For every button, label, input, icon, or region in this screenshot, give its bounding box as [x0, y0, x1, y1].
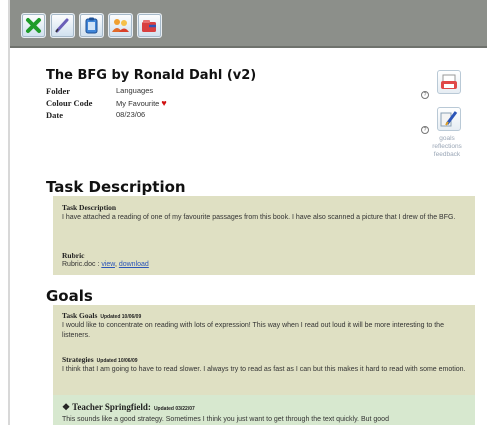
rubric-file: Rubric.doc :	[62, 261, 100, 268]
teacher-label: ❖ Teacher Springfield: Updated 03/22/07	[62, 402, 195, 413]
task-description-heading: Task Description	[46, 178, 186, 196]
copy-button[interactable]	[79, 13, 104, 38]
link-separator: ,	[114, 261, 117, 268]
folder-move-icon	[142, 20, 156, 32]
meta-folder-key: Folder	[46, 86, 71, 96]
meta-folder-value: Languages	[116, 86, 154, 95]
meta-date-key: Date	[46, 110, 63, 120]
teacher-updated: Updated 03/22/07	[153, 406, 195, 412]
page-title: The BFG by Ronald Dahl (v2)	[46, 68, 257, 83]
move-button[interactable]	[137, 13, 162, 38]
close-x-icon	[26, 18, 41, 33]
clipboard-icon	[85, 17, 98, 34]
reflections-button[interactable]	[437, 107, 461, 131]
meta-colour-value: My Favourite	[116, 99, 160, 108]
edit-button[interactable]	[50, 13, 75, 38]
strategies-text: I think that I am going to have to read …	[62, 366, 466, 373]
pencil-edit-icon	[55, 18, 69, 33]
meta-date-value: 08/23/06	[116, 110, 146, 119]
heart-icon: ♥	[161, 98, 167, 108]
task-description-label: Task Description	[62, 203, 117, 212]
task-description-box: Task Description I have attached a readi…	[53, 196, 475, 275]
strategies-updated: Updated 10/06/09	[96, 358, 138, 364]
task-goals-label: Task Goals Updated 10/06/09	[62, 311, 141, 320]
download-link[interactable]: download	[119, 261, 149, 268]
task-description-text: I have attached a reading of one of my f…	[62, 214, 456, 221]
strategies-title: Strategies	[62, 355, 94, 364]
share-button[interactable]	[108, 13, 133, 38]
task-goals-title: Task Goals	[62, 311, 98, 320]
delete-button[interactable]	[21, 13, 46, 38]
strategies-label: Strategies Updated 10/06/09	[62, 355, 138, 364]
task-goals-updated: Updated 10/06/09	[100, 314, 142, 320]
view-link[interactable]: view	[101, 261, 115, 268]
portfolio-window: The BFG by Ronald Dahl (v2) Folder Langu…	[8, 0, 487, 425]
teacher-name: Teacher Springfield:	[72, 402, 151, 412]
info-icon[interactable]: ?	[421, 126, 429, 134]
rubric-row: Rubric.doc : view, download	[62, 260, 470, 270]
task-goals-text: I would like to concentrate on reading w…	[62, 322, 444, 339]
goals-heading: Goals	[46, 287, 93, 305]
printer-icon	[441, 74, 457, 89]
share-people-icon	[112, 19, 129, 32]
teacher-icon: ❖	[62, 402, 71, 412]
print-button[interactable]	[437, 70, 461, 94]
toolbar	[10, 0, 487, 48]
meta-colour-key: Colour Code	[46, 98, 93, 108]
rubric-label: Rubric	[62, 251, 85, 260]
goals-edit-icon	[440, 111, 458, 127]
meta-colour-value-wrap: My Favourite ♥	[116, 98, 167, 108]
teacher-feedback-box: ❖ Teacher Springfield: Updated 03/22/07 T…	[53, 395, 475, 425]
teacher-text: This sounds like a good strategy. Someti…	[62, 416, 389, 423]
info-icon[interactable]: ?	[421, 91, 429, 99]
goals-reflections-feedback-link[interactable]: goals reflections feedback	[427, 135, 467, 159]
